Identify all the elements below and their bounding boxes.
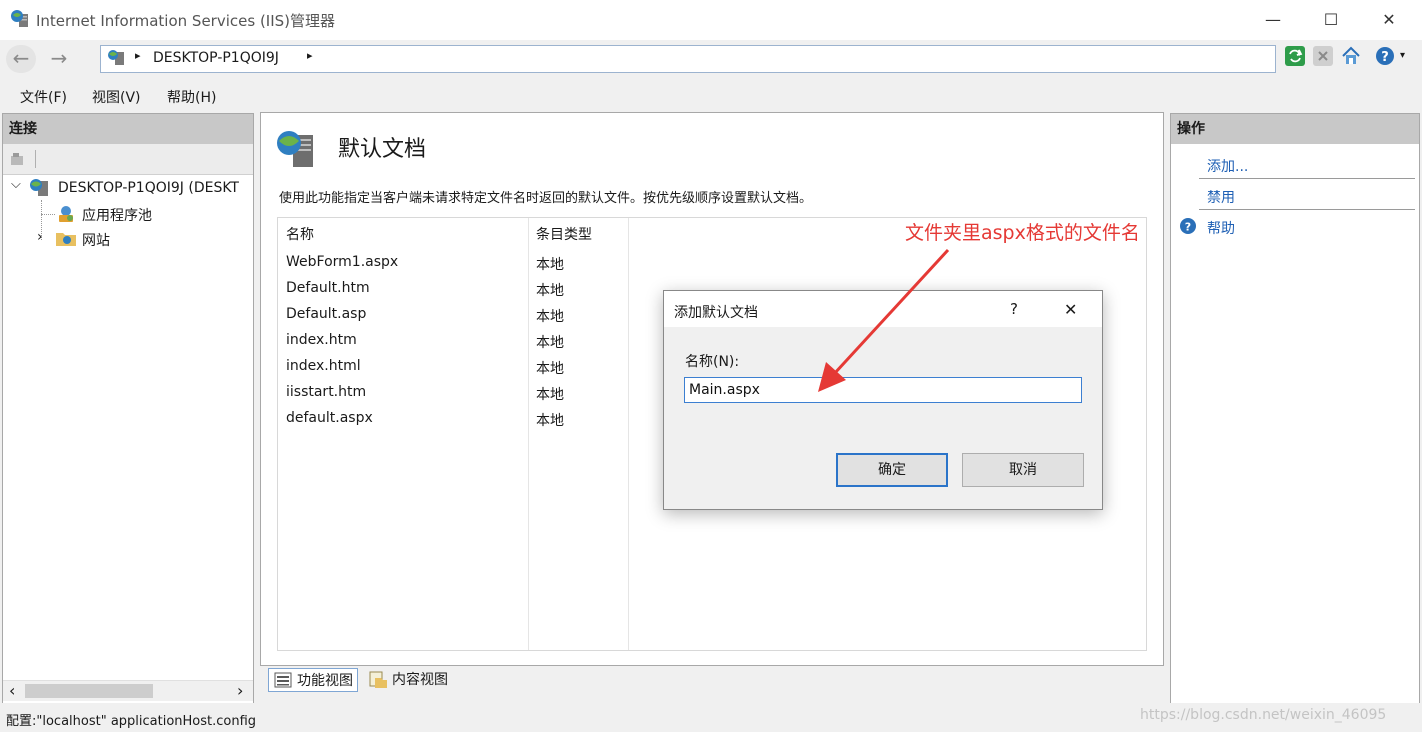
scroll-left-icon[interactable]: ‹ xyxy=(9,681,15,700)
list-item-name[interactable]: Default.asp xyxy=(286,306,366,322)
title-bar: Internet Information Services (IIS)管理器 —… xyxy=(0,0,1422,40)
connections-scrollbar[interactable]: ‹ › xyxy=(3,680,253,701)
back-button[interactable]: ← xyxy=(6,45,36,73)
list-item-type: 本地 xyxy=(536,309,564,325)
toolbar-divider xyxy=(35,150,36,168)
list-item-type: 本地 xyxy=(536,387,564,403)
server-icon xyxy=(108,50,124,65)
home-icon[interactable] xyxy=(1340,45,1362,67)
action-disable[interactable]: 禁用 xyxy=(1207,187,1235,207)
connections-toolbar xyxy=(3,144,253,175)
watermark-text: https://blog.csdn.net/weixin_46095 xyxy=(1140,707,1387,723)
breadcrumb-server[interactable]: DESKTOP-P1QOI9J xyxy=(153,50,279,66)
address-row: ← → ▸ DESKTOP-P1QOI9J ▸ ? ▾ xyxy=(0,40,1422,78)
dialog-title: 添加默认文档 xyxy=(674,305,758,321)
scroll-right-icon[interactable]: › xyxy=(237,681,243,700)
menu-view[interactable]: 视图(V) xyxy=(92,87,141,107)
list-item-type: 本地 xyxy=(536,413,564,429)
breadcrumb-arrow[interactable]: ▸ xyxy=(307,49,313,62)
list-item-name[interactable]: Default.htm xyxy=(286,280,370,296)
cancel-button[interactable]: 取消 xyxy=(962,453,1084,487)
close-window-button[interactable]: ✕ xyxy=(1366,4,1412,36)
feature-title: 默认文档 xyxy=(338,137,427,162)
column-divider xyxy=(628,218,629,650)
breadcrumb-separator: ▸ xyxy=(135,49,141,62)
tree-collapse-sites-icon[interactable]: › xyxy=(37,229,43,245)
dialog-help-button[interactable]: ? xyxy=(1010,300,1018,318)
column-header-type[interactable]: 条目类型 xyxy=(536,224,592,244)
tree-expand-server-icon[interactable]: ⌵ xyxy=(11,177,21,192)
connections-header: 连接 xyxy=(3,114,253,144)
tab-content-view[interactable]: 内容视图 xyxy=(364,668,452,692)
list-item-name[interactable]: default.aspx xyxy=(286,410,373,426)
app-pool-icon xyxy=(59,206,73,222)
status-bar: 配置:"localhost" applicationHost.config ht… xyxy=(0,703,1422,732)
svg-text:?: ? xyxy=(1381,50,1389,65)
action-help[interactable]: 帮助 xyxy=(1207,218,1235,238)
connect-icon[interactable] xyxy=(9,151,25,167)
ok-button[interactable]: 确定 xyxy=(836,453,948,487)
annotation-text: 文件夹里aspx格式的文件名 xyxy=(905,222,1140,244)
add-default-document-dialog: 添加默认文档 ? ✕ 名称(N): 确定 取消 xyxy=(663,290,1103,510)
features-view-icon xyxy=(274,672,292,688)
list-item-name[interactable]: index.htm xyxy=(286,332,357,348)
list-item-name[interactable]: index.html xyxy=(286,358,361,374)
dialog-close-button[interactable]: ✕ xyxy=(1064,300,1077,319)
actions-panel: 操作 添加... 禁用 ? 帮助 xyxy=(1170,113,1420,705)
list-item-name[interactable]: WebForm1.aspx xyxy=(286,254,398,270)
view-tabs: 功能视图 内容视图 xyxy=(260,666,660,696)
column-header-name[interactable]: 名称 xyxy=(286,224,314,244)
actions-header: 操作 xyxy=(1171,114,1419,144)
minimize-button[interactable]: — xyxy=(1250,4,1296,36)
window-title: Internet Information Services (IIS)管理器 xyxy=(36,12,336,30)
list-item-type: 本地 xyxy=(536,361,564,377)
actions-divider xyxy=(1199,209,1415,210)
tree-line xyxy=(41,214,55,216)
tree-item-sites[interactable]: 网站 xyxy=(82,230,110,250)
content-view-icon xyxy=(369,671,387,688)
list-item-type: 本地 xyxy=(536,257,564,273)
sites-folder-icon xyxy=(56,233,76,246)
help-icon: ? xyxy=(1180,218,1196,234)
server-icon xyxy=(30,179,48,196)
list-item-type: 本地 xyxy=(536,335,564,351)
help-icon[interactable]: ? xyxy=(1374,45,1396,67)
menu-bar: 文件(F) 视图(V) 帮助(H) xyxy=(0,82,1422,110)
tree-item-server[interactable]: DESKTOP-P1QOI9J (DESKT xyxy=(58,180,239,196)
list-item-type: 本地 xyxy=(536,283,564,299)
help-dropdown-icon[interactable]: ▾ xyxy=(1400,50,1405,61)
name-input[interactable] xyxy=(684,377,1082,403)
stop-icon[interactable] xyxy=(1312,45,1334,67)
column-divider xyxy=(528,218,529,650)
connections-panel: 连接 ⌵ DESKTOP-P1QOI9J (DESKT 应用程序池 › 网站 ‹… xyxy=(2,113,254,705)
address-bar[interactable]: ▸ DESKTOP-P1QOI9J ▸ xyxy=(100,45,1276,73)
scrollbar-thumb[interactable] xyxy=(25,684,153,698)
tab-content-label: 内容视图 xyxy=(392,672,448,688)
status-text: 配置:"localhost" applicationHost.config xyxy=(6,714,257,729)
iis-app-icon xyxy=(11,10,28,27)
menu-file[interactable]: 文件(F) xyxy=(20,87,67,107)
tree-item-app-pools[interactable]: 应用程序池 xyxy=(82,205,152,225)
name-field-label: 名称(N): xyxy=(685,354,740,370)
feature-description: 使用此功能指定当客户端未请求特定文件名时返回的默认文件。按优先级顺序设置默认文档… xyxy=(279,191,813,206)
default-document-icon xyxy=(277,131,313,167)
forward-button[interactable]: → xyxy=(44,45,74,73)
maximize-button[interactable]: ☐ xyxy=(1308,4,1354,36)
actions-divider xyxy=(1199,178,1415,179)
svg-text:?: ? xyxy=(1185,221,1191,234)
refresh-icon[interactable] xyxy=(1284,45,1306,67)
list-item-name[interactable]: iisstart.htm xyxy=(286,384,366,400)
tab-features-view[interactable]: 功能视图 xyxy=(268,668,358,692)
menu-help[interactable]: 帮助(H) xyxy=(167,87,216,107)
tab-features-label: 功能视图 xyxy=(297,673,353,689)
action-add[interactable]: 添加... xyxy=(1207,156,1248,176)
